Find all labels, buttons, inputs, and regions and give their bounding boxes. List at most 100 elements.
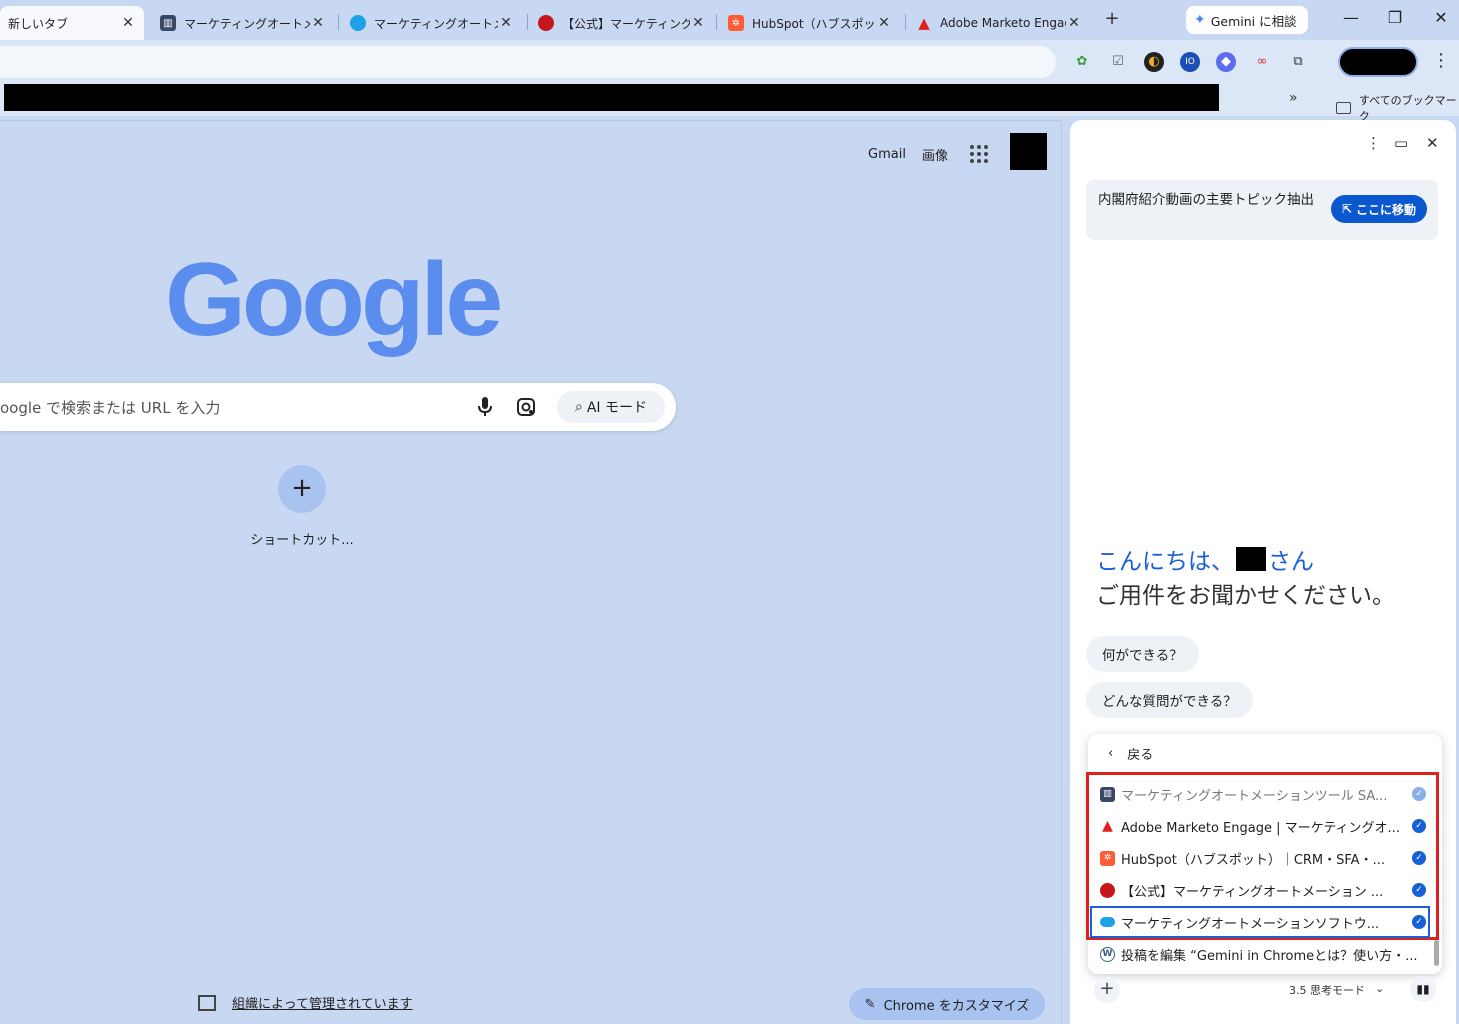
folder-icon	[1336, 102, 1351, 114]
gemini-button[interactable]: ✦ Gemini に相談	[1186, 6, 1308, 34]
tab-close-icon[interactable]: ✕	[690, 15, 706, 31]
pencil-icon: ✎	[864, 996, 876, 1012]
tab-marketing-automation-2[interactable]: マーケティングオートメーショ ✕	[342, 6, 522, 40]
customize-chrome-button[interactable]: ✎ Chrome をカスタマイズ	[849, 988, 1045, 1020]
minimize-button[interactable]: —	[1336, 8, 1366, 27]
managed-notice[interactable]: 組織によって管理されています	[198, 993, 413, 1012]
bookmarks-overflow-button[interactable]: »	[1289, 90, 1298, 106]
panel-more-icon[interactable]: ⋮	[1366, 134, 1381, 152]
add-shortcut-label[interactable]: ショートカット...	[240, 529, 364, 548]
back-button[interactable]: ‹ 戻る	[1108, 744, 1153, 763]
greeting-line1: こんにちは、 さん	[1096, 542, 1314, 576]
ai-mode-label: AI モード	[586, 400, 647, 416]
ntp-header-links: Gmail 画像	[868, 145, 948, 164]
tab-marketing-automation-1[interactable]: ▥ マーケティングオートメーショ ✕	[152, 6, 334, 40]
panel-popout-icon[interactable]: ▭	[1394, 134, 1408, 152]
goto-button[interactable]: ⇱ ここに移動	[1331, 195, 1427, 223]
gemini-button-label: Gemini に相談	[1210, 13, 1297, 29]
goto-label: ここに移動	[1356, 202, 1417, 217]
tab-close-icon[interactable]: ✕	[310, 15, 326, 31]
tab-new-tab[interactable]: 新しいタブ ✕	[0, 6, 144, 40]
google-logo: Google	[165, 242, 503, 358]
greeting-prefix: こんにちは、	[1096, 549, 1234, 575]
adobe-icon: ▲	[918, 14, 930, 32]
profile-avatar[interactable]	[1338, 47, 1418, 77]
gemini-sparkle-icon: ✦	[1194, 12, 1206, 28]
customize-label: Chrome をカスタマイズ	[883, 998, 1030, 1014]
apps-grid-icon[interactable]	[970, 145, 988, 163]
microphone-icon[interactable]	[478, 397, 492, 417]
tab-title: HubSpot（ハブスポット）	[752, 16, 876, 31]
model-selector[interactable]: 3.5 思考モード ⌄	[1289, 982, 1384, 998]
topic-title: 内閣府紹介動画の主要トピック抽出	[1098, 192, 1314, 208]
gmail-link[interactable]: Gmail	[868, 147, 906, 162]
redacted-name	[1236, 547, 1266, 571]
tab-separator	[527, 14, 528, 30]
chevron-down-icon: ⌄	[1375, 982, 1385, 995]
goto-icon: ⇱	[1341, 202, 1353, 216]
managed-label: 組織によって管理されています	[232, 997, 413, 1012]
building-icon: ▥	[160, 15, 176, 31]
back-label: 戻る	[1127, 748, 1154, 763]
new-tab-button[interactable]: +	[1102, 10, 1122, 30]
io-extension-icon[interactable]: IO	[1180, 52, 1200, 72]
search-box[interactable]: oogle で検索または URL を入力 ⌕ AI モード	[0, 383, 676, 431]
diamond-extension-icon[interactable]: ◆	[1216, 52, 1236, 72]
red-circle-icon	[538, 15, 554, 31]
greeting-line2: ご用件をお聞かせください。	[1096, 583, 1395, 609]
greeting-suffix: さん	[1268, 549, 1314, 575]
tab-close-icon[interactable]: ✕	[1066, 15, 1082, 31]
tab-close-icon[interactable]: ✕	[876, 15, 892, 31]
close-window-button[interactable]: ✕	[1426, 8, 1456, 27]
tab-hubspot[interactable]: ✲ HubSpot（ハブスポット） ✕	[720, 6, 900, 40]
add-context-button[interactable]: +	[1094, 977, 1120, 1003]
orange-extension-icon[interactable]: ◐	[1144, 52, 1164, 72]
redacted-bookmarks	[4, 84, 1219, 111]
focus-frame	[1090, 906, 1430, 938]
voice-input-icon[interactable]: ▮▮	[1410, 976, 1436, 1002]
clover-extension-icon[interactable]: ✿	[1072, 52, 1092, 72]
address-bar[interactable]	[0, 46, 1056, 78]
tab-separator	[716, 14, 717, 30]
building-icon	[198, 994, 216, 1011]
tab-title: Adobe Marketo Engag	[940, 16, 1066, 30]
add-shortcut-button[interactable]: +	[278, 465, 326, 513]
puzzle-extension-icon[interactable]: ⧉	[1288, 52, 1308, 72]
tab-title: マーケティングオートメーショ	[374, 16, 498, 31]
tab-picker-label: 投稿を編集 “Gemini in Chromeとは？使い方・...	[1121, 948, 1418, 964]
bookmarks-bar: » すべてのブックマーク	[0, 84, 1459, 123]
toolbar: ✿ ☑ ◐ IO ◆ ∞ ⧉	[0, 40, 1459, 84]
model-label: 3.5 思考モード	[1289, 984, 1365, 997]
hubspot-icon: ✲	[728, 15, 744, 31]
account-avatar[interactable]	[1010, 133, 1047, 170]
panel-close-icon[interactable]: ✕	[1426, 134, 1439, 152]
tab-separator	[338, 14, 339, 30]
tab-close-icon[interactable]: ✕	[498, 15, 514, 31]
restore-button[interactable]: ❐	[1380, 8, 1410, 27]
wordpress-icon: W	[1100, 946, 1115, 962]
picker-scrollbar[interactable]	[1434, 940, 1439, 966]
ai-search-icon: ⌕	[575, 399, 583, 415]
tab-official-marketing[interactable]: 【公式】マーケティングオート ✕	[530, 6, 714, 40]
tab-title: 新しいタブ	[8, 16, 69, 31]
link-extension-icon[interactable]: ∞	[1252, 52, 1272, 72]
tab-adobe-marketo[interactable]: ▲ Adobe Marketo Engag ✕	[908, 6, 1090, 40]
search-placeholder: oogle で検索または URL を入力	[0, 399, 221, 417]
tab-close-icon[interactable]: ✕	[120, 15, 136, 31]
tab-picker-item[interactable]: W 投稿を編集 “Gemini in Chromeとは？使い方・...	[1090, 939, 1430, 969]
more-menu-icon[interactable]: ⋮	[1432, 50, 1450, 71]
suggestion-chip[interactable]: どんな質問ができる？	[1086, 682, 1253, 718]
salesforce-cloud-icon	[350, 15, 366, 31]
suggestion-chip[interactable]: 何ができる？	[1086, 636, 1199, 672]
new-tab-page: Gmail 画像 Google oogle で検索または URL を入力 ⌕ A…	[0, 120, 1062, 1024]
google-lens-icon[interactable]	[516, 397, 536, 417]
ai-mode-button[interactable]: ⌕ AI モード	[557, 391, 665, 423]
tab-separator	[905, 14, 906, 30]
chevron-left-icon: ‹	[1108, 746, 1114, 761]
checklist-extension-icon[interactable]: ☑	[1108, 52, 1128, 72]
images-link[interactable]: 画像	[922, 145, 948, 164]
tab-title: マーケティングオートメーショ	[184, 16, 310, 31]
topic-card[interactable]: 内閣府紹介動画の主要トピック抽出 ⇱ ここに移動	[1086, 180, 1438, 240]
tab-strip: 新しいタブ ✕ ▥ マーケティングオートメーショ ✕ マーケティングオートメーシ…	[0, 0, 1459, 40]
tab-title: 【公式】マーケティングオート	[562, 16, 690, 31]
